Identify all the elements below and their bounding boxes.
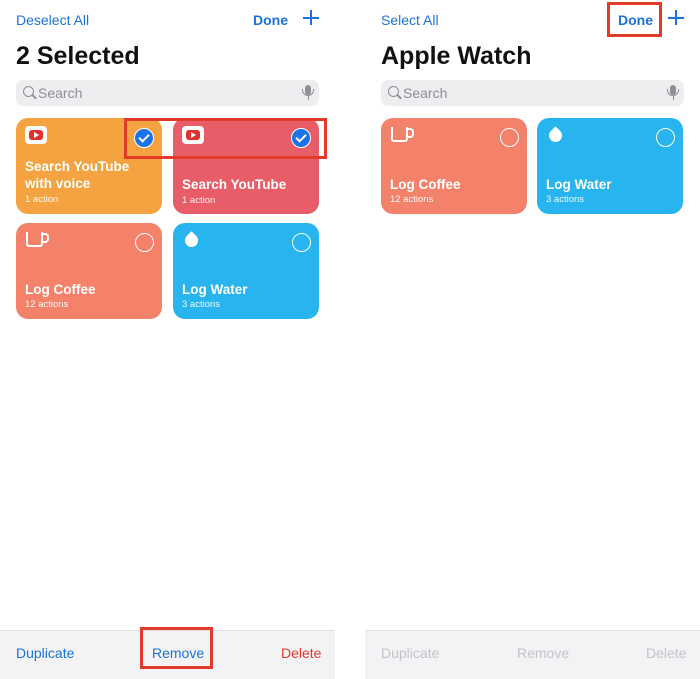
coffee-mug-icon xyxy=(391,127,414,142)
card-title: Log Water xyxy=(546,177,612,192)
youtube-icon xyxy=(25,126,47,144)
page-title: Apple Watch xyxy=(381,42,532,70)
card-title: Log Coffee xyxy=(25,282,96,297)
bottom-toolbar: Duplicate Remove Delete xyxy=(0,630,335,679)
right-screen: Select All Done Apple Watch Search Log C… xyxy=(365,0,700,679)
deselect-all-button[interactable]: Deselect All xyxy=(16,12,89,28)
coffee-mug-icon xyxy=(26,232,49,247)
select-all-button[interactable]: Select All xyxy=(381,12,439,28)
card-subtitle: 12 actions xyxy=(25,299,69,310)
shortcut-card-search-youtube[interactable]: Search YouTube 1 action xyxy=(173,118,319,214)
shortcut-card-log-water[interactable]: Log Water 3 actions xyxy=(537,118,683,214)
shortcut-card-search-youtube-with-voice[interactable]: Search YouTube with voice 1 action xyxy=(16,118,162,214)
water-drop-icon xyxy=(546,126,565,145)
duplicate-button-disabled: Duplicate xyxy=(381,645,440,661)
selected-checkmark-icon[interactable] xyxy=(134,128,154,148)
card-subtitle: 1 action xyxy=(182,195,216,206)
search-icon xyxy=(23,86,34,97)
card-title: Log Coffee xyxy=(390,177,461,192)
card-title: Search YouTube with voice xyxy=(25,159,130,191)
add-shortcut-plus-icon[interactable] xyxy=(302,8,320,26)
microphone-icon[interactable] xyxy=(302,85,314,100)
done-button[interactable]: Done xyxy=(618,12,653,28)
search-input[interactable]: Search xyxy=(38,85,82,101)
page-title: 2 Selected xyxy=(16,42,140,70)
delete-button-disabled: Delete xyxy=(646,645,687,661)
search-bar[interactable]: Search xyxy=(381,80,684,106)
bottom-toolbar: Duplicate Remove Delete xyxy=(365,630,700,679)
search-input[interactable]: Search xyxy=(403,85,447,101)
remove-button-disabled: Remove xyxy=(517,645,570,661)
unselected-circle-icon[interactable] xyxy=(135,233,154,252)
youtube-icon xyxy=(182,126,204,144)
duplicate-button[interactable]: Duplicate xyxy=(16,645,74,661)
card-subtitle: 3 actions xyxy=(182,299,221,310)
unselected-circle-icon[interactable] xyxy=(500,128,519,147)
shortcut-card-log-coffee[interactable]: Log Coffee 12 actions xyxy=(16,223,162,319)
card-subtitle: 1 action xyxy=(25,194,59,205)
shortcut-card-log-water[interactable]: Log Water 3 actions xyxy=(173,223,319,319)
microphone-icon[interactable] xyxy=(667,85,679,100)
selected-checkmark-icon[interactable] xyxy=(291,128,311,148)
unselected-circle-icon[interactable] xyxy=(656,128,675,147)
card-subtitle: 12 actions xyxy=(390,194,434,205)
search-icon xyxy=(388,86,399,97)
card-subtitle: 3 actions xyxy=(546,194,585,205)
delete-button[interactable]: Delete xyxy=(281,645,321,661)
card-title: Log Water xyxy=(182,282,248,297)
water-drop-icon xyxy=(182,231,201,250)
left-screen: Deselect All Done 2 Selected Search Sear… xyxy=(0,0,335,679)
shortcut-card-log-coffee[interactable]: Log Coffee 12 actions xyxy=(381,118,527,214)
panel-gap xyxy=(335,0,365,679)
remove-button[interactable]: Remove xyxy=(152,645,204,661)
card-title: Search YouTube xyxy=(182,177,287,192)
search-bar[interactable]: Search xyxy=(16,80,319,106)
done-button[interactable]: Done xyxy=(253,12,288,28)
unselected-circle-icon[interactable] xyxy=(292,233,311,252)
add-shortcut-plus-icon[interactable] xyxy=(667,8,685,26)
